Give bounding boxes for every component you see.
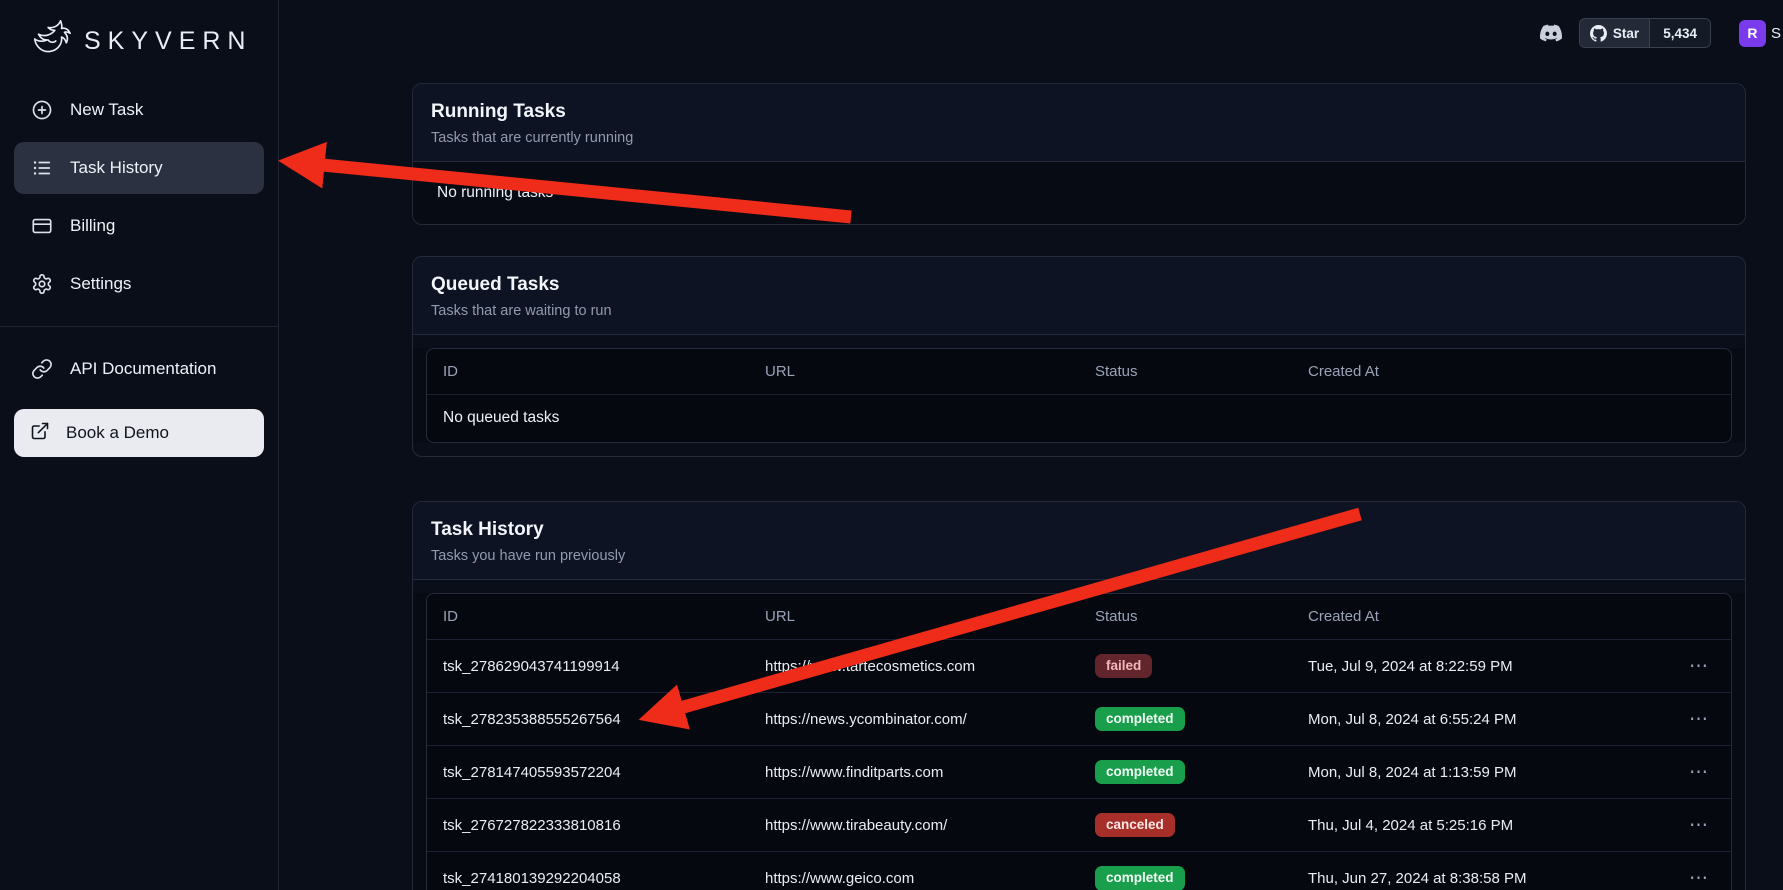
- created-at-cell: Mon, Jul 8, 2024 at 1:13:59 PM: [1308, 764, 1671, 781]
- external-link-icon: [30, 421, 50, 446]
- status-badge: completed: [1095, 760, 1185, 784]
- dragon-logo-icon: [28, 16, 74, 67]
- column-header-status: Status: [1095, 363, 1308, 380]
- created-at-cell: Thu, Jun 27, 2024 at 8:38:58 PM: [1308, 870, 1671, 887]
- link-icon: [30, 357, 54, 381]
- topbar: Star 5,434 R S: [279, 0, 1783, 66]
- sidebar-item-label: API Documentation: [70, 359, 216, 379]
- avatar[interactable]: R: [1739, 20, 1766, 47]
- sidebar-secondary-nav: API Documentation Book a Demo: [0, 343, 278, 457]
- status-badge: failed: [1095, 654, 1152, 678]
- row-actions-button[interactable]: ⋯: [1683, 706, 1715, 733]
- table-header-row: ID URL Status Created At: [427, 594, 1731, 640]
- table-row[interactable]: tsk_274180139292204058 https://www.geico…: [427, 852, 1731, 890]
- task-id-cell: tsk_276727822333810816: [443, 817, 765, 834]
- queued-tasks-card: Queued Tasks Tasks that are waiting to r…: [412, 256, 1746, 457]
- status-badge: canceled: [1095, 813, 1175, 837]
- profile-name[interactable]: S: [1771, 25, 1781, 42]
- column-header-status: Status: [1095, 608, 1308, 625]
- running-tasks-header: Running Tasks Tasks that are currently r…: [413, 84, 1745, 162]
- github-star-label: Star: [1613, 26, 1639, 41]
- created-at-cell: Tue, Jul 9, 2024 at 8:22:59 PM: [1308, 658, 1671, 675]
- table-row[interactable]: tsk_276727822333810816 https://www.tirab…: [427, 799, 1731, 852]
- task-id-cell: tsk_278147405593572204: [443, 764, 765, 781]
- column-header-id: ID: [443, 608, 765, 625]
- running-tasks-body: No running tasks: [413, 162, 1745, 224]
- table-row[interactable]: tsk_278147405593572204 https://www.findi…: [427, 746, 1731, 799]
- table-row[interactable]: tsk_278235388555267564 https://news.ycom…: [427, 693, 1731, 746]
- task-url-cell: https://www.tartecosmetics.com: [765, 658, 1095, 675]
- queued-tasks-body: ID URL Status Created At No queued tasks: [413, 348, 1745, 443]
- row-actions-button[interactable]: ⋯: [1683, 865, 1715, 890]
- queued-tasks-title: Queued Tasks: [431, 274, 1727, 296]
- credit-card-icon: [30, 214, 54, 238]
- task-history-header: Task History Tasks you have run previous…: [413, 502, 1745, 580]
- created-at-cell: Thu, Jul 4, 2024 at 5:25:16 PM: [1308, 817, 1671, 834]
- running-tasks-subtitle: Tasks that are currently running: [431, 130, 1727, 146]
- running-tasks-empty-text: No running tasks: [413, 162, 1745, 224]
- task-url-cell: https://news.ycombinator.com/: [765, 711, 1095, 728]
- sidebar-item-api-documentation[interactable]: API Documentation: [14, 343, 264, 395]
- github-icon: [1590, 25, 1607, 42]
- task-history-title: Task History: [431, 519, 1727, 541]
- skyvern-logo[interactable]: SKYVERN: [0, 0, 278, 70]
- task-id-cell: tsk_274180139292204058: [443, 870, 765, 887]
- sidebar: SKYVERN New Task Task History Billing Se…: [0, 0, 279, 890]
- queued-tasks-table: ID URL Status Created At No queued tasks: [426, 348, 1732, 443]
- sidebar-divider: [0, 326, 278, 327]
- task-history-card: Task History Tasks you have run previous…: [412, 501, 1746, 890]
- status-badge: completed: [1095, 866, 1185, 890]
- queued-tasks-header: Queued Tasks Tasks that are waiting to r…: [413, 257, 1745, 335]
- gear-icon: [30, 272, 54, 296]
- task-url-cell: https://www.tirabeauty.com/: [765, 817, 1095, 834]
- running-tasks-title: Running Tasks: [431, 101, 1727, 123]
- created-at-cell: Mon, Jul 8, 2024 at 6:55:24 PM: [1308, 711, 1671, 728]
- book-a-demo-button[interactable]: Book a Demo: [14, 409, 264, 457]
- main-content: Running Tasks Tasks that are currently r…: [279, 0, 1783, 890]
- column-header-created-at: Created At: [1308, 363, 1671, 380]
- sidebar-item-label: New Task: [70, 100, 143, 120]
- discord-icon[interactable]: [1537, 22, 1565, 44]
- running-tasks-card: Running Tasks Tasks that are currently r…: [412, 83, 1746, 225]
- sidebar-item-new-task[interactable]: New Task: [14, 84, 264, 136]
- row-actions-button[interactable]: ⋯: [1683, 653, 1715, 680]
- table-header-row: ID URL Status Created At: [427, 349, 1731, 395]
- github-star-button[interactable]: Star 5,434: [1579, 18, 1711, 48]
- task-id-cell: tsk_278235388555267564: [443, 711, 765, 728]
- column-header-created-at: Created At: [1308, 608, 1671, 625]
- column-header-url: URL: [765, 363, 1095, 380]
- status-badge: completed: [1095, 707, 1185, 731]
- task-url-cell: https://www.geico.com: [765, 870, 1095, 887]
- book-a-demo-label: Book a Demo: [66, 423, 169, 443]
- task-id-cell: tsk_278629043741199914: [443, 658, 765, 675]
- queued-tasks-empty-text: No queued tasks: [427, 395, 1731, 442]
- sidebar-nav: New Task Task History Billing Settings: [0, 84, 278, 310]
- plus-circle-icon: [30, 98, 54, 122]
- column-header-url: URL: [765, 608, 1095, 625]
- row-actions-button[interactable]: ⋯: [1683, 759, 1715, 786]
- sidebar-item-label: Task History: [70, 158, 163, 178]
- sidebar-item-billing[interactable]: Billing: [14, 200, 264, 252]
- column-header-id: ID: [443, 363, 765, 380]
- github-star-count: 5,434: [1649, 19, 1710, 47]
- sidebar-item-label: Billing: [70, 216, 115, 236]
- sidebar-item-task-history[interactable]: Task History: [14, 142, 264, 194]
- queued-tasks-subtitle: Tasks that are waiting to run: [431, 303, 1727, 319]
- table-row[interactable]: tsk_278629043741199914 https://www.tarte…: [427, 640, 1731, 693]
- list-icon: [30, 156, 54, 180]
- brand-name: SKYVERN: [84, 27, 252, 56]
- task-history-body: ID URL Status Created At tsk_27862904374…: [413, 593, 1745, 890]
- task-url-cell: https://www.finditparts.com: [765, 764, 1095, 781]
- task-history-subtitle: Tasks you have run previously: [431, 548, 1727, 564]
- sidebar-item-label: Settings: [70, 274, 131, 294]
- row-actions-button[interactable]: ⋯: [1683, 812, 1715, 839]
- task-history-table: ID URL Status Created At tsk_27862904374…: [426, 593, 1732, 890]
- sidebar-item-settings[interactable]: Settings: [14, 258, 264, 310]
